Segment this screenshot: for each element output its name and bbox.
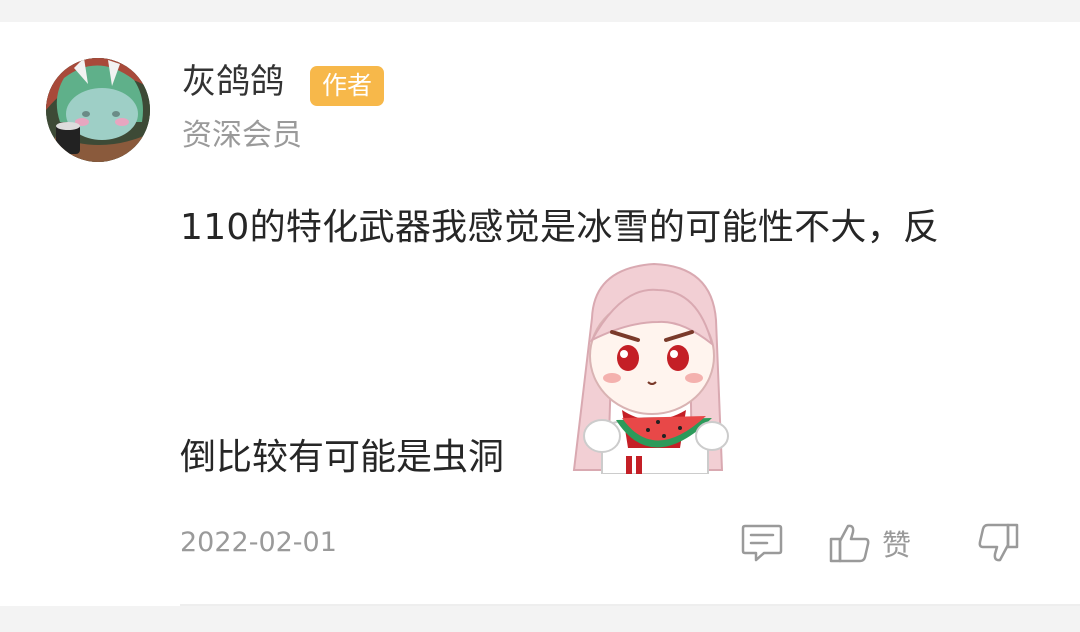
comment-date: 2022-02-01 [180, 527, 337, 558]
member-level: 资深会员 [182, 118, 302, 153]
like-button[interactable]: 赞 [828, 522, 911, 568]
thumbs-up-icon [828, 522, 872, 568]
divider [180, 604, 1080, 606]
thumbs-down-icon [976, 522, 1020, 568]
girl-eating-watermelon-sticker [562, 260, 738, 475]
anime-avatar-image [46, 58, 150, 162]
comment-text-line-2: 倒比较有可能是虫洞 [180, 437, 505, 478]
dislike-button[interactable] [976, 522, 1020, 568]
author-badge: 作者 [310, 66, 385, 106]
like-label: 赞 [882, 528, 912, 562]
user-avatar[interactable] [46, 58, 150, 162]
reply-button[interactable] [740, 522, 784, 568]
username[interactable]: 灰鸽鸽 [182, 60, 284, 104]
comment-icon [740, 522, 784, 568]
comment-text-line-1: 110的特化武器我感觉是冰雪的可能性不大，反 [180, 207, 940, 248]
comment-card: 灰鸽鸽 作者 资深会员 110的特化武器我感觉是冰雪的可能性不大，反 倒比较有可… [0, 22, 1080, 606]
